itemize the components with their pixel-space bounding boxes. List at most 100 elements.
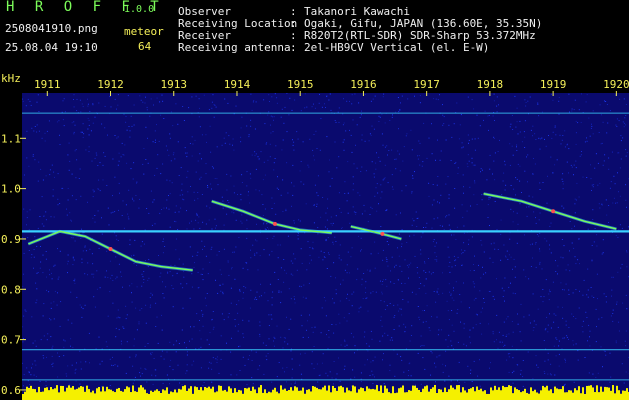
noise-dot (115, 235, 117, 237)
signal-level-column (88, 389, 90, 400)
noise-dot (80, 306, 82, 308)
noise-dot (248, 191, 249, 193)
noise-dot (326, 268, 328, 269)
noise-dot (538, 137, 540, 139)
noise-dot (511, 345, 513, 347)
noise-dot (603, 160, 605, 162)
noise-dot (498, 104, 499, 106)
noise-dot (489, 225, 490, 226)
noise-dot (436, 290, 438, 292)
noise-dot (233, 251, 235, 253)
noise-dot (46, 130, 48, 132)
noise-dot (139, 372, 141, 374)
noise-dot (75, 177, 77, 179)
noise-dot (513, 188, 515, 190)
noise-dot (169, 226, 171, 228)
noise-dot (527, 154, 529, 156)
noise-dot (352, 183, 354, 185)
noise-dot (23, 374, 25, 376)
noise-dot (140, 375, 141, 377)
noise-dot (225, 132, 227, 134)
noise-dot (346, 200, 348, 202)
noise-dot (410, 375, 412, 377)
noise-dot (562, 306, 563, 308)
signal-level-column (390, 393, 392, 400)
noise-dot (142, 163, 144, 165)
noise-dot (564, 130, 566, 132)
noise-dot (523, 269, 525, 271)
signal-level-column (250, 390, 252, 400)
noise-dot (50, 319, 52, 321)
noise-dot (533, 327, 535, 328)
noise-dot (381, 113, 383, 115)
noise-dot (435, 366, 437, 368)
noise-dot (597, 372, 599, 374)
noise-dot (287, 192, 289, 194)
noise-dot (82, 136, 84, 138)
noise-dot (625, 199, 627, 201)
noise-dot (496, 278, 497, 280)
noise-dot (84, 246, 86, 248)
noise-dot (85, 361, 87, 363)
noise-dot (74, 124, 76, 126)
noise-dot (532, 125, 534, 127)
noise-dot (576, 182, 578, 184)
noise-dot (106, 250, 108, 252)
noise-dot (155, 139, 156, 141)
noise-dot (439, 94, 440, 96)
noise-dot (238, 237, 240, 238)
noise-dot (290, 298, 292, 300)
noise-dot (622, 137, 624, 139)
noise-dot (424, 368, 426, 370)
noise-dot (369, 269, 371, 271)
noise-dot (285, 272, 287, 274)
noise-dot (420, 249, 422, 251)
noise-dot (544, 360, 546, 362)
noise-dot (331, 224, 333, 226)
noise-dot (264, 123, 266, 125)
noise-dot (109, 260, 111, 262)
signal-level-column (298, 390, 300, 400)
noise-dot (151, 224, 153, 226)
noise-dot (299, 220, 301, 221)
signal-level-column (228, 386, 230, 400)
noise-dot (224, 98, 226, 100)
noise-dot (391, 116, 393, 118)
noise-dot (383, 93, 385, 95)
signal-level-column (364, 391, 366, 400)
noise-dot (421, 165, 423, 167)
noise-dot (197, 222, 199, 224)
noise-dot (186, 176, 188, 178)
noise-dot (93, 273, 95, 275)
noise-dot (455, 281, 457, 283)
noise-dot (502, 334, 504, 336)
noise-dot (155, 369, 157, 371)
noise-dot (282, 139, 284, 141)
noise-dot (543, 371, 545, 373)
noise-dot (564, 383, 566, 385)
noise-dot (347, 251, 349, 253)
noise-dot (336, 167, 338, 169)
noise-dot (447, 310, 449, 312)
noise-dot (45, 381, 47, 383)
noise-dot (145, 304, 147, 306)
noise-dot (479, 359, 480, 361)
noise-dot (208, 343, 210, 345)
noise-dot (115, 336, 117, 338)
noise-dot (313, 222, 315, 224)
noise-dot (401, 290, 403, 292)
noise-dot (309, 314, 310, 316)
signal-level-column (598, 392, 600, 400)
noise-dot (438, 293, 440, 295)
noise-dot (625, 149, 627, 151)
noise-dot (555, 134, 557, 136)
noise-dot (570, 164, 572, 166)
noise-dot (535, 266, 537, 268)
signal-level-column (442, 392, 444, 400)
noise-dot (592, 186, 594, 188)
noise-dot (475, 324, 477, 326)
noise-dot (98, 247, 100, 249)
noise-dot (450, 340, 452, 342)
signal-level-column (334, 388, 336, 400)
noise-dot (539, 250, 541, 252)
